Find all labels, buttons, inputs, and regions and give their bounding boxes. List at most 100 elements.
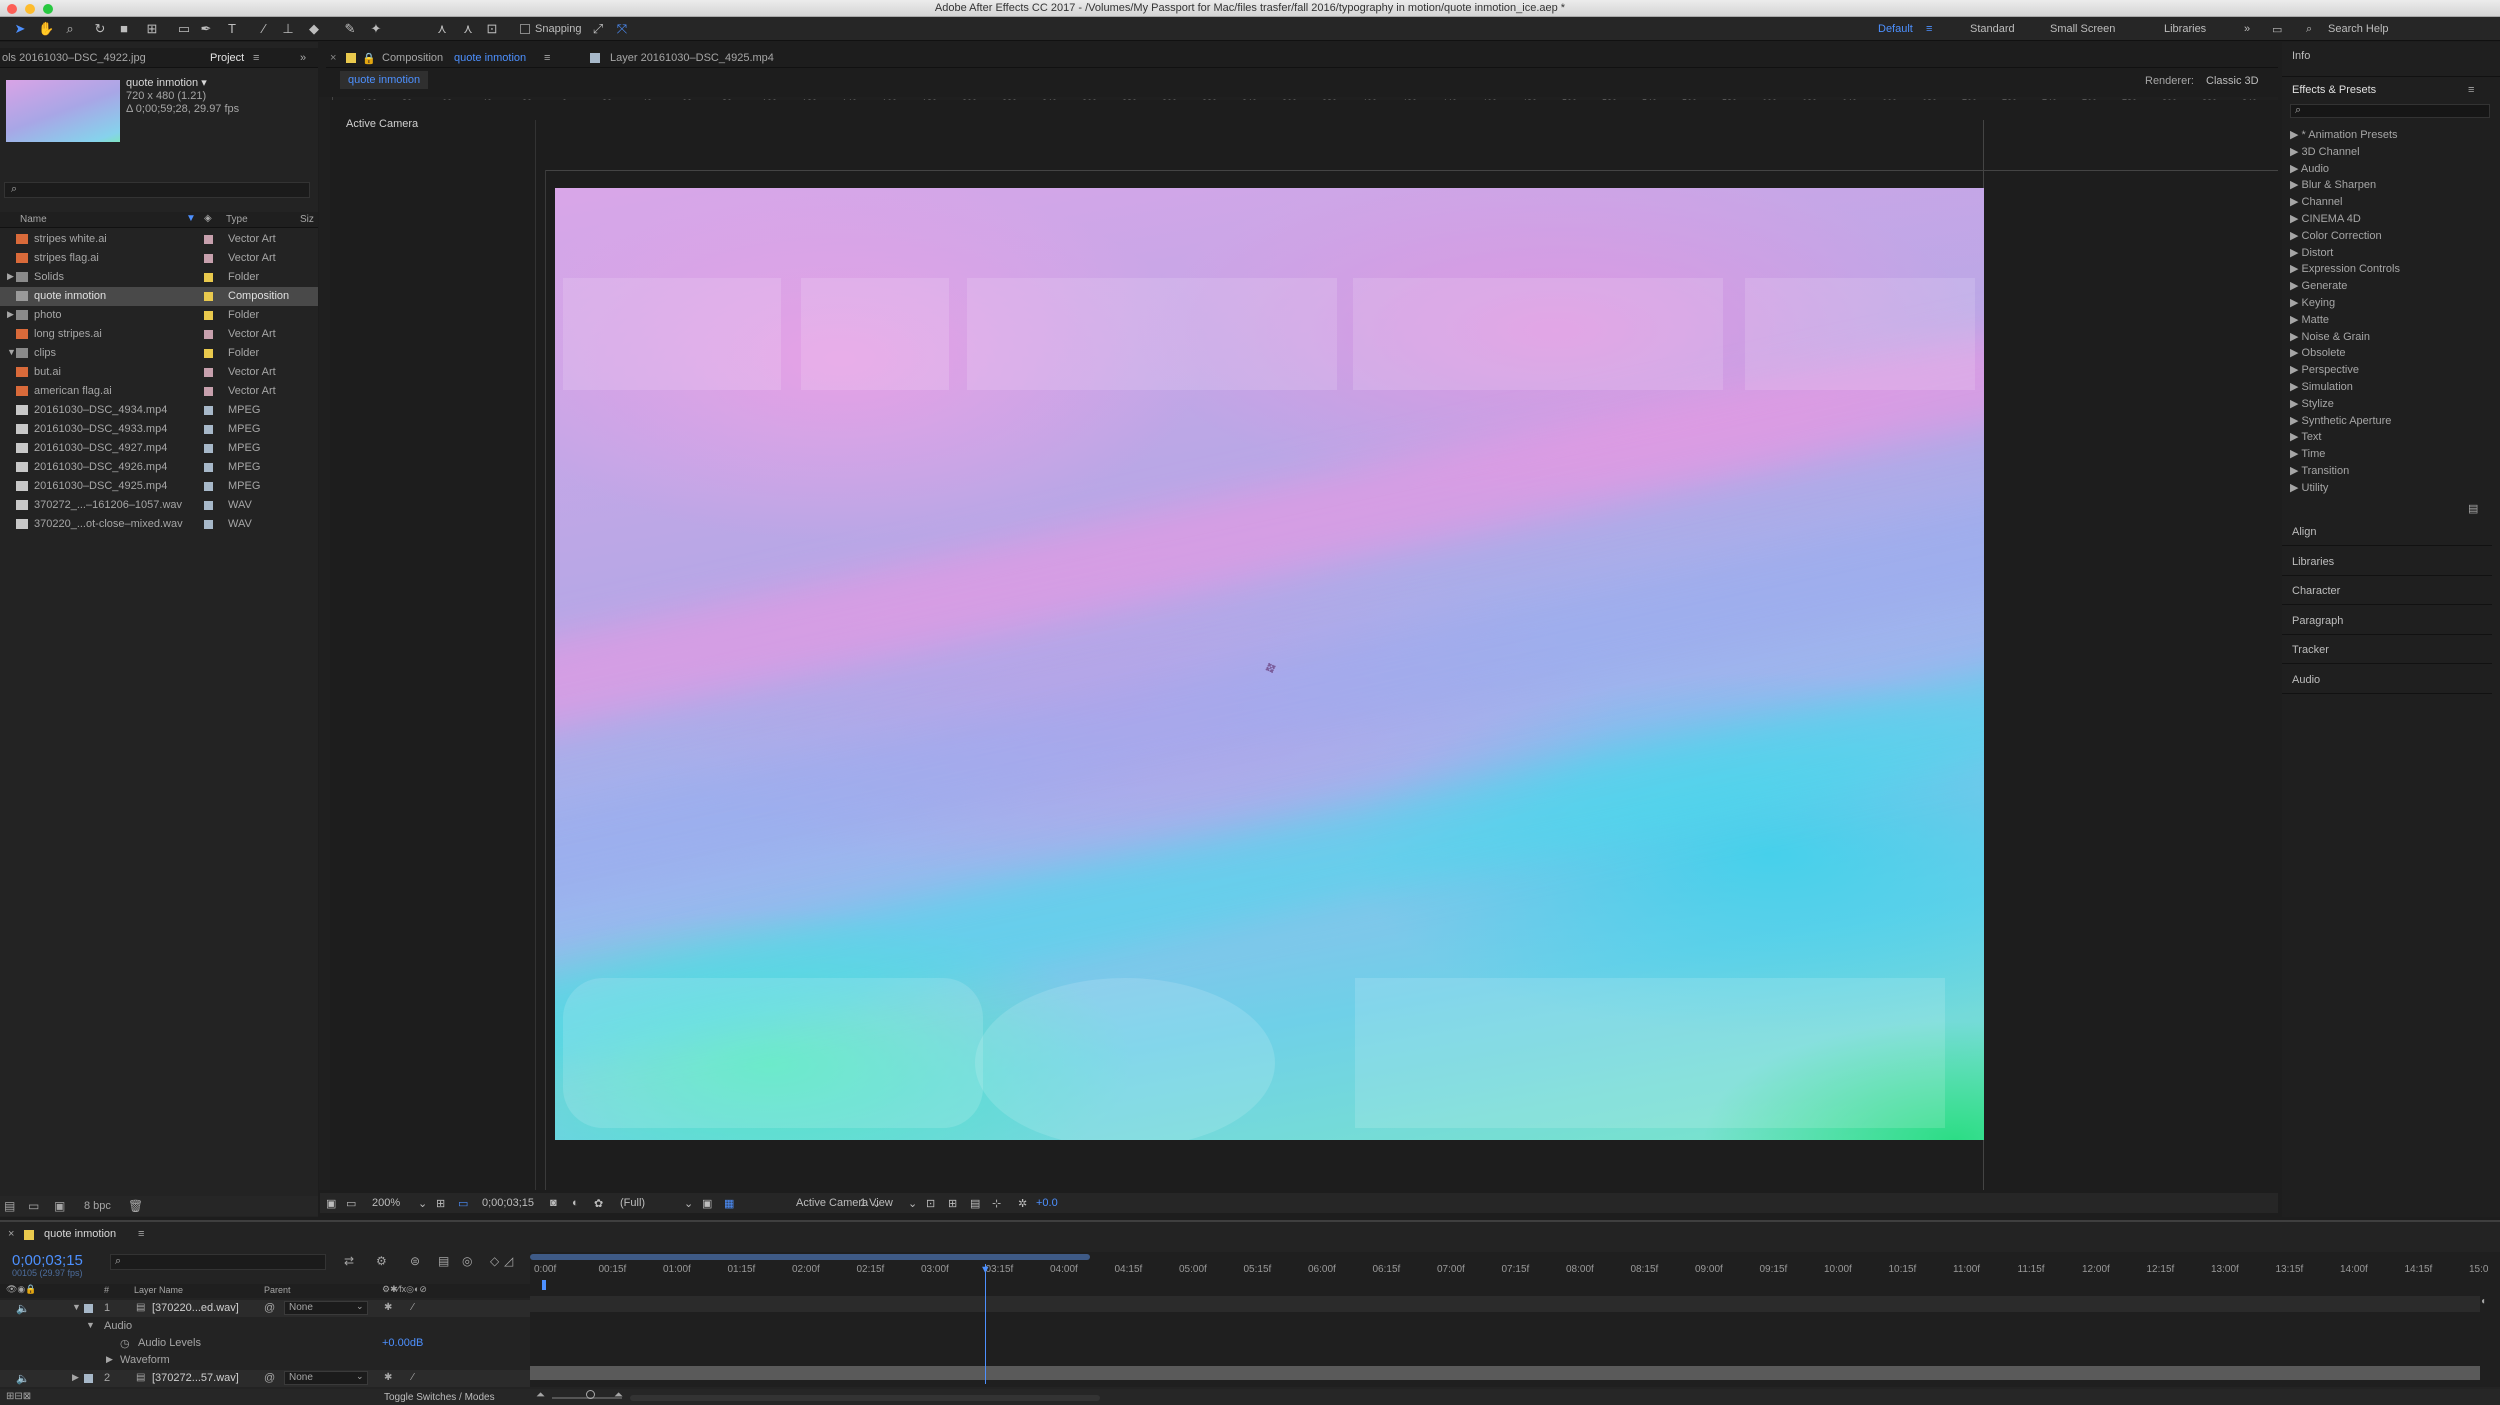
panel-align[interactable]: Align: [2282, 520, 2492, 546]
pickwhip-icon[interactable]: @: [264, 1302, 275, 1314]
effect-category[interactable]: ▶ Channel: [2290, 195, 2343, 208]
twirl-right-icon[interactable]: ▶: [72, 1372, 79, 1383]
timeline-menu-icon[interactable]: ≡: [138, 1228, 144, 1240]
effect-category[interactable]: ▶ Color Correction: [2290, 229, 2382, 242]
project-item-ai[interactable]: stripes flag.ai Vector Art: [0, 249, 318, 268]
panel-character[interactable]: Character: [2282, 579, 2492, 605]
eraser-icon[interactable]: ◆: [306, 21, 322, 37]
world-axis-icon[interactable]: ⋏: [460, 21, 476, 37]
effect-category[interactable]: ▶ CINEMA 4D: [2290, 212, 2361, 225]
snapping-checkbox[interactable]: [520, 24, 530, 34]
effect-category[interactable]: ▶ * Animation Presets: [2290, 128, 2398, 141]
close-tab-icon[interactable]: ×: [330, 52, 336, 64]
shy-layers-icon[interactable]: ⊜: [410, 1254, 420, 1268]
effect-category[interactable]: ▶ Text: [2290, 430, 2322, 443]
twirl-right-icon[interactable]: ▶: [7, 271, 14, 282]
clone-stamp-icon[interactable]: ⊥: [280, 21, 296, 37]
layer-end-marker-icon[interactable]: ◖: [2480, 1296, 2486, 1307]
snap-icon[interactable]: ⤢: [590, 21, 606, 37]
audio-levels-value[interactable]: +0.00dB: [382, 1337, 423, 1349]
panel-paragraph[interactable]: Paragraph: [2282, 609, 2492, 635]
comp-subtab[interactable]: quote inmotion: [340, 71, 429, 89]
twirl-down-icon[interactable]: ▼: [86, 1320, 95, 1330]
views-dropdown[interactable]: 1 View: [860, 1197, 893, 1209]
col-name[interactable]: Name: [20, 214, 47, 225]
project-item-folder[interactable]: ▶ Solids Folder: [0, 268, 318, 287]
show-snapshot-icon[interactable]: ◐: [572, 1197, 579, 1209]
brush-icon[interactable]: ⁄: [256, 21, 272, 37]
tab-composition[interactable]: quote inmotion: [454, 52, 526, 64]
label-swatch[interactable]: [204, 235, 213, 244]
project-item-file[interactable]: 370272_...–161206–1057.wav WAV: [0, 496, 318, 515]
sort-chevron-icon[interactable]: ▼: [186, 213, 196, 224]
zoom-icon[interactable]: ⌕: [62, 21, 78, 37]
effect-category[interactable]: ▶ Expression Controls: [2290, 262, 2400, 275]
monitor-icon[interactable]: ▭: [346, 1197, 356, 1210]
twirl-right-icon[interactable]: ▶: [7, 309, 14, 320]
label-swatch[interactable]: [204, 463, 213, 472]
graph-icon[interactable]: ◿: [504, 1254, 513, 1268]
project-item-file[interactable]: 20161030–DSC_4926.mp4 MPEG: [0, 458, 318, 477]
label-column-icon[interactable]: ◈: [204, 213, 212, 224]
resolution-dropdown[interactable]: (Full): [620, 1197, 645, 1209]
work-area-bar[interactable]: [530, 1254, 1090, 1260]
effect-category[interactable]: ▶ Stylize: [2290, 397, 2334, 410]
col-layer-name[interactable]: Layer Name: [134, 1285, 183, 1295]
time-ruler-area[interactable]: 0:00f 00:15f 01:00f 01:15f 02:00f 02:15f 03:00…: [530, 1252, 2500, 1387]
effect-category[interactable]: ▶ Noise & Grain: [2290, 330, 2370, 343]
project-item-ai[interactable]: american flag.ai Vector Art: [0, 382, 318, 401]
more-workspaces-icon[interactable]: »: [2244, 23, 2250, 35]
chevron-down-icon[interactable]: ⌄: [684, 1197, 693, 1210]
zoom-dropdown[interactable]: 200%: [372, 1197, 400, 1209]
safe-zones-icon[interactable]: ⊞: [436, 1197, 445, 1210]
collapse-switch-icon[interactable]: ✱: [384, 1302, 392, 1313]
interpret-footage-icon[interactable]: ▤: [4, 1199, 15, 1213]
chevron-down-icon[interactable]: ⌄: [356, 1371, 364, 1382]
transparency-grid-icon[interactable]: ▦: [724, 1197, 734, 1210]
effect-category[interactable]: ▶ Generate: [2290, 279, 2347, 292]
twirl-down-icon[interactable]: ▼: [7, 347, 16, 357]
quality-switch-icon[interactable]: ⁄: [412, 1372, 414, 1383]
label-swatch[interactable]: [204, 273, 213, 282]
label-swatch[interactable]: [204, 482, 213, 491]
current-time-display[interactable]: 0;00;03;15: [12, 1252, 83, 1269]
effects-menu-icon[interactable]: ≡: [2468, 84, 2474, 96]
tab-composition-prefix[interactable]: Composition: [382, 52, 443, 64]
new-comp-icon[interactable]: ▣: [54, 1199, 65, 1213]
label-swatch[interactable]: [204, 368, 213, 377]
project-item-file[interactable]: 20161030–DSC_4925.mp4 MPEG: [0, 477, 318, 496]
playhead[interactable]: ▼: [980, 1264, 991, 1384]
graph-editor-icon[interactable]: ◇: [490, 1254, 499, 1268]
timeline-scrollbar[interactable]: [630, 1395, 1100, 1401]
panel-libraries[interactable]: Libraries: [2282, 550, 2492, 576]
pen-icon[interactable]: ✒: [198, 21, 214, 37]
puppet-pin-icon[interactable]: ✦: [368, 21, 384, 37]
project-item-file[interactable]: 20161030–DSC_4934.mp4 MPEG: [0, 401, 318, 420]
new-preset-icon[interactable]: ▤: [2468, 502, 2478, 515]
label-swatch[interactable]: [204, 330, 213, 339]
label-swatch[interactable]: [204, 387, 213, 396]
timeline-search-input[interactable]: ⌕: [110, 1254, 326, 1270]
pan-behind-icon[interactable]: ⊞: [144, 21, 160, 37]
project-item-file[interactable]: 20161030–DSC_4933.mp4 MPEG: [0, 420, 318, 439]
expand-icon[interactable]: ⤧: [614, 21, 630, 37]
workspace-standard[interactable]: Standard: [1970, 23, 2015, 35]
layer-1-track[interactable]: [530, 1296, 2480, 1312]
effects-presets-title[interactable]: Effects & Presets: [2292, 84, 2376, 96]
rotate-icon[interactable]: ↻: [92, 21, 108, 37]
camera-dropdown[interactable]: Active Camera: [796, 1197, 868, 1209]
effect-category[interactable]: ▶ Distort: [2290, 246, 2333, 259]
label-swatch[interactable]: [204, 292, 213, 301]
composition-canvas[interactable]: ✥: [555, 188, 1984, 1140]
region-of-interest-icon[interactable]: ▣: [702, 1197, 712, 1210]
always-preview-icon[interactable]: ▣: [326, 1197, 336, 1210]
layer-name[interactable]: [370220...ed.wav]: [152, 1302, 239, 1314]
stopwatch-icon[interactable]: ◷: [120, 1337, 130, 1350]
label-swatch[interactable]: [204, 254, 213, 263]
label-swatch[interactable]: [204, 520, 213, 529]
workspace-default[interactable]: Default: [1878, 23, 1913, 35]
effect-category[interactable]: ▶ Blur & Sharpen: [2290, 178, 2376, 191]
layer-name[interactable]: [370272...57.wav]: [152, 1372, 239, 1384]
zoom-slider-handle[interactable]: [586, 1390, 595, 1399]
project-item-file[interactable]: 370220_...ot-close–mixed.wav WAV: [0, 515, 318, 534]
